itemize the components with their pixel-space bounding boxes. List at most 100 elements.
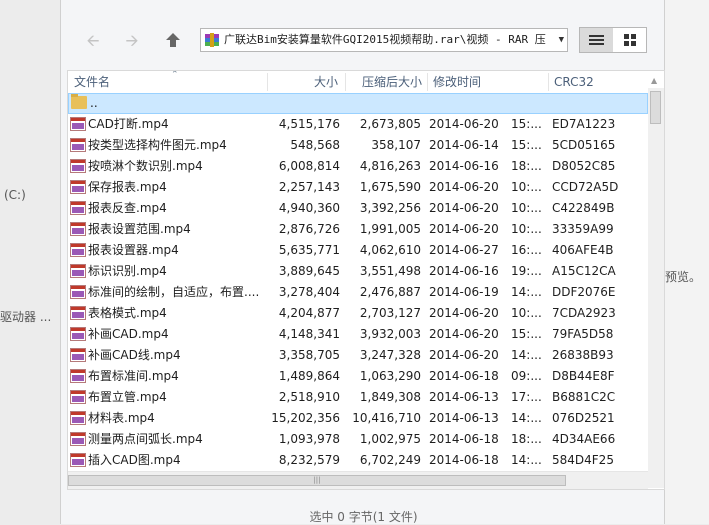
cell-name: 插入CAD图.mp4	[70, 450, 266, 471]
parent-folder-label: ..	[90, 96, 98, 110]
cell-name: 按类型选择构件图元.mp4	[70, 135, 266, 156]
file-name: 按类型选择构件图元.mp4	[88, 138, 227, 152]
up-arrow-icon[interactable]	[163, 31, 183, 51]
details-view-icon[interactable]	[580, 28, 613, 52]
mp4-file-icon	[70, 159, 86, 173]
cell-size: 4,148,341	[278, 327, 340, 341]
file-name: 补画CAD.mp4	[88, 327, 169, 341]
file-name: 材料表.mp4	[88, 411, 155, 425]
toolbar: 🡨 🡪 广联达Bim安装算量软件GQI2015视频帮助.rar\视频 - RAR…	[61, 18, 666, 62]
horizontal-scroll-thumb[interactable]: |||	[68, 475, 566, 486]
table-row[interactable]: 标识识别.mp4 3,889,645 3,551,498 2014-06-16 19:.…	[68, 261, 648, 282]
cell-name: 报表设置范围.mp4	[70, 219, 266, 240]
cell-packed: 1,849,308	[359, 390, 421, 404]
table-row[interactable]: 报表设置器.mp4 5,635,771 4,062,610 2014-06-27 16:…	[68, 240, 648, 261]
cell-date: 2014-06-18	[429, 432, 499, 446]
cell-crc: C422849B	[552, 201, 615, 215]
cell-packed: 3,551,498	[359, 264, 421, 278]
cell-date: 2014-06-20	[429, 348, 499, 362]
cell-time: 16:...	[511, 243, 542, 257]
parent-folder-cell: ..	[71, 94, 267, 113]
table-row[interactable]: 测量两点间弧长.mp4 1,093,978 1,002,975 2014-06-18 1…	[68, 429, 648, 450]
table-row[interactable]: 补画CAD线.mp4 3,358,705 3,247,328 2014-06-20 14…	[68, 345, 648, 366]
table-row[interactable]: 插入CAD图.mp4 8,232,579 6,702,249 2014-06-18 14…	[68, 450, 648, 471]
folder-icon	[71, 94, 87, 109]
cell-name: 补画CAD.mp4	[70, 324, 266, 345]
cell-name: 表格模式.mp4	[70, 303, 266, 324]
file-name: 表格模式.mp4	[88, 306, 167, 320]
cell-crc: ED7A1223	[552, 117, 616, 131]
cell-packed: 10,416,710	[352, 411, 421, 425]
cell-date: 2014-06-13	[429, 411, 499, 425]
cell-size: 1,489,864	[278, 369, 340, 383]
vertical-scroll-thumb[interactable]	[650, 91, 661, 124]
mp4-file-icon	[70, 453, 86, 467]
cell-time: 10:...	[511, 306, 542, 320]
column-header-modified[interactable]: 修改时间	[433, 71, 543, 93]
column-header-packed[interactable]: 压缩后大小	[346, 71, 424, 93]
cell-size: 8,232,579	[278, 453, 340, 467]
cell-packed: 1,002,975	[359, 432, 421, 446]
table-row[interactable]: CAD打断.mp4 4,515,176 2,673,805 2014-06-20 15:…	[68, 114, 648, 135]
cell-crc: CCD72A5D	[552, 180, 619, 194]
table-row[interactable]: 材料表.mp4 15,202,356 10,416,710 2014-06-13 14:…	[68, 408, 648, 429]
cell-packed: 2,673,805	[359, 117, 421, 131]
cell-size: 2,257,143	[278, 180, 340, 194]
mp4-file-icon	[70, 264, 86, 278]
chevron-down-icon[interactable]: ▼	[559, 29, 564, 51]
table-row[interactable]: 报表反查.mp4 4,940,360 3,392,256 2014-06-20 10:.…	[68, 198, 648, 219]
column-header-name[interactable]: 文件名 ⌃	[74, 71, 264, 93]
file-name: 布置标准间.mp4	[88, 369, 179, 383]
column-header-size[interactable]: 大小	[268, 71, 342, 93]
cell-time: 15:...	[511, 327, 542, 341]
drive-label: 驱动器 ...	[0, 310, 52, 324]
table-row[interactable]: 按类型选择构件图元.mp4 548,568 358,107 2014-06-14 15:…	[68, 135, 648, 156]
column-divider[interactable]	[427, 73, 428, 91]
cell-name: 布置立管.mp4	[70, 387, 266, 408]
mp4-file-icon	[70, 285, 86, 299]
table-row[interactable]: 报表设置范围.mp4 2,876,726 1,991,005 2014-06-20 10…	[68, 219, 648, 240]
table-row[interactable]: 布置立管.mp4 2,518,910 1,849,308 2014-06-13 17:.…	[68, 387, 648, 408]
column-divider[interactable]	[548, 73, 549, 91]
mp4-file-icon	[70, 348, 86, 362]
parent-folder-row[interactable]: ..	[68, 93, 648, 114]
view-toggle	[579, 27, 647, 53]
status-bar: 选中 0 字节(1 文件)	[309, 510, 418, 524]
cell-name: 保存报表.mp4	[70, 177, 266, 198]
cell-packed: 2,476,887	[359, 285, 421, 299]
table-row[interactable]: 补画CAD.mp4 4,148,341 3,932,003 2014-06-20 15:…	[68, 324, 648, 345]
address-bar[interactable]: 广联达Bim安装算量软件GQI2015视频帮助.rar\视频 - RAR 压 ▼	[200, 28, 568, 52]
column-header-crc[interactable]: CRC32	[554, 71, 634, 93]
cell-size: 2,876,726	[278, 222, 340, 236]
table-row[interactable]: 布置标准间.mp4 1,489,864 1,063,290 2014-06-18 09:…	[68, 366, 648, 387]
scroll-up-icon[interactable]: ▲	[651, 76, 657, 85]
table-row[interactable]: 表格模式.mp4 4,204,877 2,703,127 2014-06-20 10:.…	[68, 303, 648, 324]
cell-crc: 79FA5D58	[552, 327, 614, 341]
cell-time: 09:...	[511, 369, 542, 383]
cell-date: 2014-06-20	[429, 201, 499, 215]
drive-label: (C:)	[4, 188, 26, 202]
cell-name: 按喷淋个数识别.mp4	[70, 156, 266, 177]
table-row[interactable]: 标准间的绘制，自适应，布置.... 3,278,404 2,476,887 2014-…	[68, 282, 648, 303]
background-panel-right: 预览。	[665, 0, 709, 524]
column-header-row: 文件名 ⌃ 大小 压缩后大小 修改时间 CRC32	[68, 71, 648, 94]
vertical-scrollbar[interactable]: ▲	[648, 76, 664, 488]
back-arrow-icon[interactable]: 🡨	[83, 31, 103, 51]
cell-name: CAD打断.mp4	[70, 114, 266, 135]
cell-size: 5,635,771	[278, 243, 340, 257]
mp4-file-icon	[70, 411, 86, 425]
grid-view-icon[interactable]	[614, 28, 647, 52]
forward-arrow-icon[interactable]: 🡪	[122, 31, 142, 51]
table-row[interactable]: 按喷淋个数识别.mp4 6,008,814 4,816,263 2014-06-16 1…	[68, 156, 648, 177]
horizontal-scrollbar[interactable]: |||	[68, 471, 648, 489]
cell-packed: 6,702,249	[359, 453, 421, 467]
file-name: 标识识别.mp4	[88, 264, 167, 278]
cell-time: 19:...	[511, 264, 542, 278]
cell-size: 4,940,360	[278, 201, 340, 215]
table-row[interactable]: 保存报表.mp4 2,257,143 1,675,590 2014-06-20 10:.…	[68, 177, 648, 198]
cell-name: 标识识别.mp4	[70, 261, 266, 282]
cell-size: 3,278,404	[278, 285, 340, 299]
cell-date: 2014-06-20	[429, 327, 499, 341]
file-name: 插入CAD图.mp4	[88, 453, 181, 467]
cell-packed: 3,247,328	[359, 348, 421, 362]
